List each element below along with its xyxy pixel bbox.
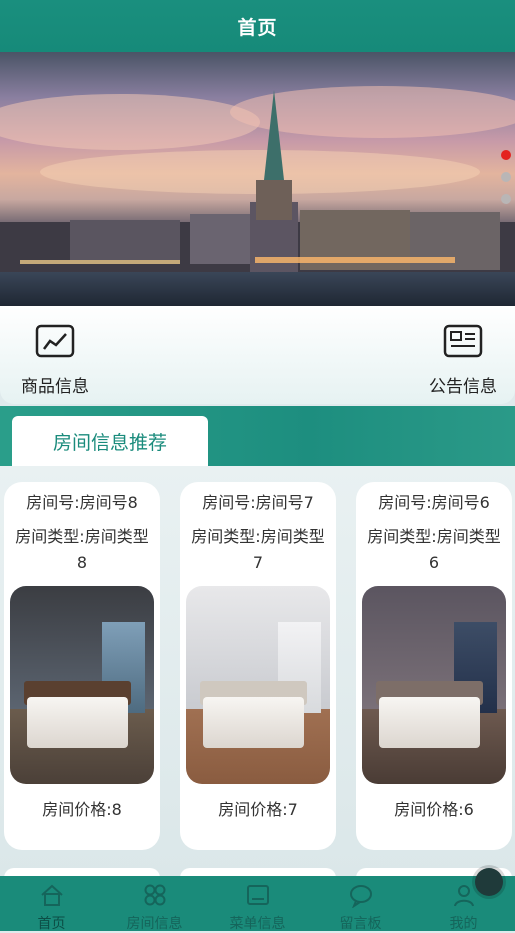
shortcut-bar: 商品信息 公告信息	[0, 306, 515, 404]
tab-label: 菜单信息	[229, 916, 286, 932]
tab-label: 留言板	[339, 916, 382, 932]
shortcut-product-info[interactable]: 商品信息	[10, 324, 100, 397]
tab-room-info[interactable]: 房间信息	[103, 876, 206, 932]
chat-icon	[349, 885, 372, 909]
tab-label: 房间信息	[126, 916, 183, 932]
top-navigation-bar: 首页	[0, 0, 515, 52]
banner-carousel[interactable]	[0, 52, 515, 306]
home-icon	[40, 884, 63, 906]
room-price: 房间价格:6	[394, 800, 474, 819]
room-type: 房间类型:房间类型8	[15, 527, 149, 572]
shortcut-label: 商品信息	[21, 377, 89, 397]
room-card[interactable]: 房间号:房间号7 房间类型:房间类型7 房间价格:7	[180, 482, 336, 850]
tab-label: 首页	[37, 916, 66, 932]
room-card[interactable]: 房间号:房间号6 房间类型:房间类型6 房间价格:6	[356, 482, 512, 850]
room-photo	[362, 586, 506, 784]
tab-menu-info[interactable]: 菜单信息	[206, 876, 309, 932]
room-card[interactable]: 房间号:房间号8 房间类型:房间类型8 房间价格:8	[4, 482, 160, 850]
tab-label: 我的	[449, 916, 478, 932]
recommend-tab-label: 房间信息推荐	[52, 431, 167, 454]
tab-message-board[interactable]: 留言板	[309, 876, 412, 932]
shortcut-notice-info[interactable]: 公告信息	[418, 324, 508, 397]
floating-button[interactable]	[475, 868, 503, 896]
recommend-header: 房间信息推荐	[0, 406, 515, 466]
room-price: 房间价格:8	[42, 800, 122, 819]
room-number: 房间号:房间号8	[26, 493, 138, 512]
room-list: 房间号:房间号8 房间类型:房间类型8 房间价格:8 房间号:房间号7 房间类型…	[0, 466, 515, 878]
recommend-tab[interactable]: 房间信息推荐	[12, 416, 208, 466]
page-title: 首页	[237, 16, 278, 39]
room-number: 房间号:房间号6	[378, 493, 490, 512]
news-icon	[443, 324, 483, 358]
carousel-dot-active[interactable]	[501, 150, 511, 160]
room-price: 房间价格:7	[218, 800, 298, 819]
banner-water	[0, 272, 515, 306]
room-photo	[10, 586, 154, 784]
chart-icon	[35, 324, 75, 358]
room-photo	[186, 586, 330, 784]
room-type: 房间类型:房间类型7	[191, 527, 325, 572]
carousel-indicator	[501, 150, 511, 204]
bottom-tab-bar: 首页 房间信息 菜单信息 留言板 我的	[0, 876, 515, 932]
shortcut-label: 公告信息	[429, 377, 497, 397]
carousel-dot[interactable]	[501, 194, 511, 204]
room-type: 房间类型:房间类型6	[367, 527, 501, 572]
grid-icon	[144, 884, 165, 906]
user-icon	[453, 885, 474, 907]
carousel-dot[interactable]	[501, 172, 511, 182]
banner-image	[0, 86, 515, 274]
room-number: 房间号:房间号7	[202, 493, 314, 512]
menu-card-icon	[246, 885, 269, 905]
tab-home[interactable]: 首页	[0, 876, 103, 932]
